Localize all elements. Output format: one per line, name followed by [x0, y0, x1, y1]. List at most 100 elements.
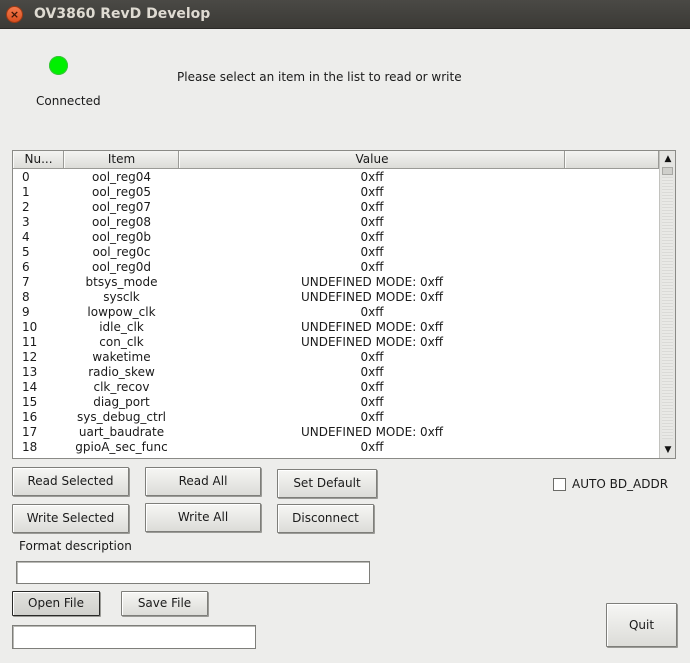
row-value: UNDEFINED MODE: 0xff: [300, 320, 444, 334]
row-number: 15: [22, 395, 38, 409]
table-row[interactable]: 8 sysclk UNDEFINED MODE: 0xff: [13, 290, 659, 305]
row-item: waketime: [92, 350, 151, 364]
format-description-label: Format description: [19, 539, 132, 553]
quit-button[interactable]: Quit: [606, 603, 677, 647]
row-item: uart_baudrate: [78, 425, 165, 439]
register-table[interactable]: Nu... Item Value 0 ool_reg04 0xff 1 ool_reg0…: [12, 150, 676, 459]
row-number: 8: [22, 290, 30, 304]
open-file-button[interactable]: Open File: [12, 591, 100, 616]
table-row[interactable]: 0 ool_reg04 0xff: [13, 170, 659, 185]
table-row[interactable]: 18 gpioA_sec_func 0xff: [13, 440, 659, 455]
row-value: 0xff: [360, 380, 384, 394]
row-number: 11: [22, 335, 38, 349]
table-row[interactable]: 12 waketime 0xff: [13, 350, 659, 365]
table-row[interactable]: 4 ool_reg0b 0xff: [13, 230, 659, 245]
column-header-value[interactable]: Value: [179, 151, 565, 168]
row-value: 0xff: [360, 440, 384, 454]
column-header-extra[interactable]: [565, 151, 659, 168]
table-row[interactable]: 5 ool_reg0c 0xff: [13, 245, 659, 260]
table-row[interactable]: 14 clk_recov 0xff: [13, 380, 659, 395]
row-number: 0: [22, 170, 30, 184]
instruction-text: Please select an item in the list to rea…: [177, 70, 462, 84]
row-item: con_clk: [99, 335, 144, 349]
close-icon[interactable]: ×: [6, 6, 23, 23]
table-row[interactable]: 16 sys_debug_ctrl 0xff: [13, 410, 659, 425]
row-value: 0xff: [360, 260, 384, 274]
row-value: 0xff: [360, 395, 384, 409]
row-item: ool_reg08: [92, 215, 151, 229]
row-number: 18: [22, 440, 38, 454]
table-row[interactable]: 7 btsys_mode UNDEFINED MODE: 0xff: [13, 275, 659, 290]
row-value: UNDEFINED MODE: 0xff: [300, 290, 444, 304]
set-default-button[interactable]: Set Default: [277, 469, 377, 498]
row-value: UNDEFINED MODE: 0xff: [300, 275, 444, 289]
table-row[interactable]: 9 lowpow_clk 0xff: [13, 305, 659, 320]
row-item: ool_reg07: [92, 200, 151, 214]
row-item: lowpow_clk: [87, 305, 156, 319]
row-item: ool_reg0b: [92, 230, 151, 244]
table-header: Nu... Item Value: [13, 151, 659, 169]
column-header-number[interactable]: Nu...: [13, 151, 64, 168]
row-value: 0xff: [360, 185, 384, 199]
row-number: 13: [22, 365, 38, 379]
row-item: ool_reg04: [92, 170, 151, 184]
auto-bd-addr-checkbox[interactable]: [553, 478, 566, 491]
format-description-field[interactable]: [16, 561, 370, 584]
row-item: sys_debug_ctrl: [76, 410, 166, 424]
table-row[interactable]: 6 ool_reg0d 0xff: [13, 260, 659, 275]
scroll-down-icon[interactable]: ▼: [661, 443, 675, 457]
table-row[interactable]: 11 con_clk UNDEFINED MODE: 0xff: [13, 335, 659, 350]
row-item: ool_reg05: [92, 185, 151, 199]
table-row[interactable]: 1 ool_reg05 0xff: [13, 185, 659, 200]
row-number: 10: [22, 320, 38, 334]
row-number: 6: [22, 260, 30, 274]
vertical-scrollbar[interactable]: ▲ ▼: [659, 151, 675, 458]
row-value: 0xff: [360, 170, 384, 184]
table-row[interactable]: 10 idle_clk UNDEFINED MODE: 0xff: [13, 320, 659, 335]
column-header-item[interactable]: Item: [64, 151, 179, 168]
row-value: 0xff: [360, 350, 384, 364]
table-row[interactable]: 2 ool_reg07 0xff: [13, 200, 659, 215]
save-file-button[interactable]: Save File: [121, 591, 208, 616]
scroll-up-icon[interactable]: ▲: [661, 152, 675, 166]
table-row[interactable]: 15 diag_port 0xff: [13, 395, 659, 410]
connection-status: Connected: [36, 94, 101, 108]
table-row[interactable]: 3 ool_reg08 0xff: [13, 215, 659, 230]
row-number: 5: [22, 245, 30, 259]
row-value: UNDEFINED MODE: 0xff: [300, 335, 444, 349]
row-number: 1: [22, 185, 30, 199]
row-number: 17: [22, 425, 38, 439]
scroll-track[interactable]: [662, 177, 673, 439]
title-bar: × OV3860 RevD Develop: [0, 0, 690, 29]
file-path-field[interactable]: [12, 625, 256, 649]
row-number: 4: [22, 230, 30, 244]
row-number: 2: [22, 200, 30, 214]
read-all-button[interactable]: Read All: [145, 467, 261, 496]
row-number: 3: [22, 215, 30, 229]
row-value: 0xff: [360, 200, 384, 214]
row-item: ool_reg0d: [92, 260, 151, 274]
auto-bd-addr-label: AUTO BD_ADDR: [572, 477, 669, 491]
row-number: 12: [22, 350, 38, 364]
row-value: 0xff: [360, 365, 384, 379]
row-item: diag_port: [93, 395, 150, 409]
write-selected-button[interactable]: Write Selected: [12, 504, 129, 533]
row-value: 0xff: [360, 215, 384, 229]
table-body: 0 ool_reg04 0xff 1 ool_reg05 0xff 2 ool_reg07 0x…: [13, 170, 659, 458]
row-value: 0xff: [360, 230, 384, 244]
row-item: idle_clk: [99, 320, 144, 334]
disconnect-button[interactable]: Disconnect: [277, 504, 374, 533]
row-item: radio_skew: [88, 365, 155, 379]
row-value: 0xff: [360, 305, 384, 319]
row-item: gpioA_sec_func: [75, 440, 168, 454]
table-row[interactable]: 17 uart_baudrate UNDEFINED MODE: 0xff: [13, 425, 659, 440]
row-number: 7: [22, 275, 30, 289]
status-led-icon: [49, 56, 68, 75]
row-value: 0xff: [360, 245, 384, 259]
scroll-thumb[interactable]: [662, 167, 673, 175]
row-value: UNDEFINED MODE: 0xff: [300, 425, 444, 439]
write-all-button[interactable]: Write All: [145, 503, 261, 532]
row-value: 0xff: [360, 410, 384, 424]
table-row[interactable]: 13 radio_skew 0xff: [13, 365, 659, 380]
read-selected-button[interactable]: Read Selected: [12, 467, 129, 496]
